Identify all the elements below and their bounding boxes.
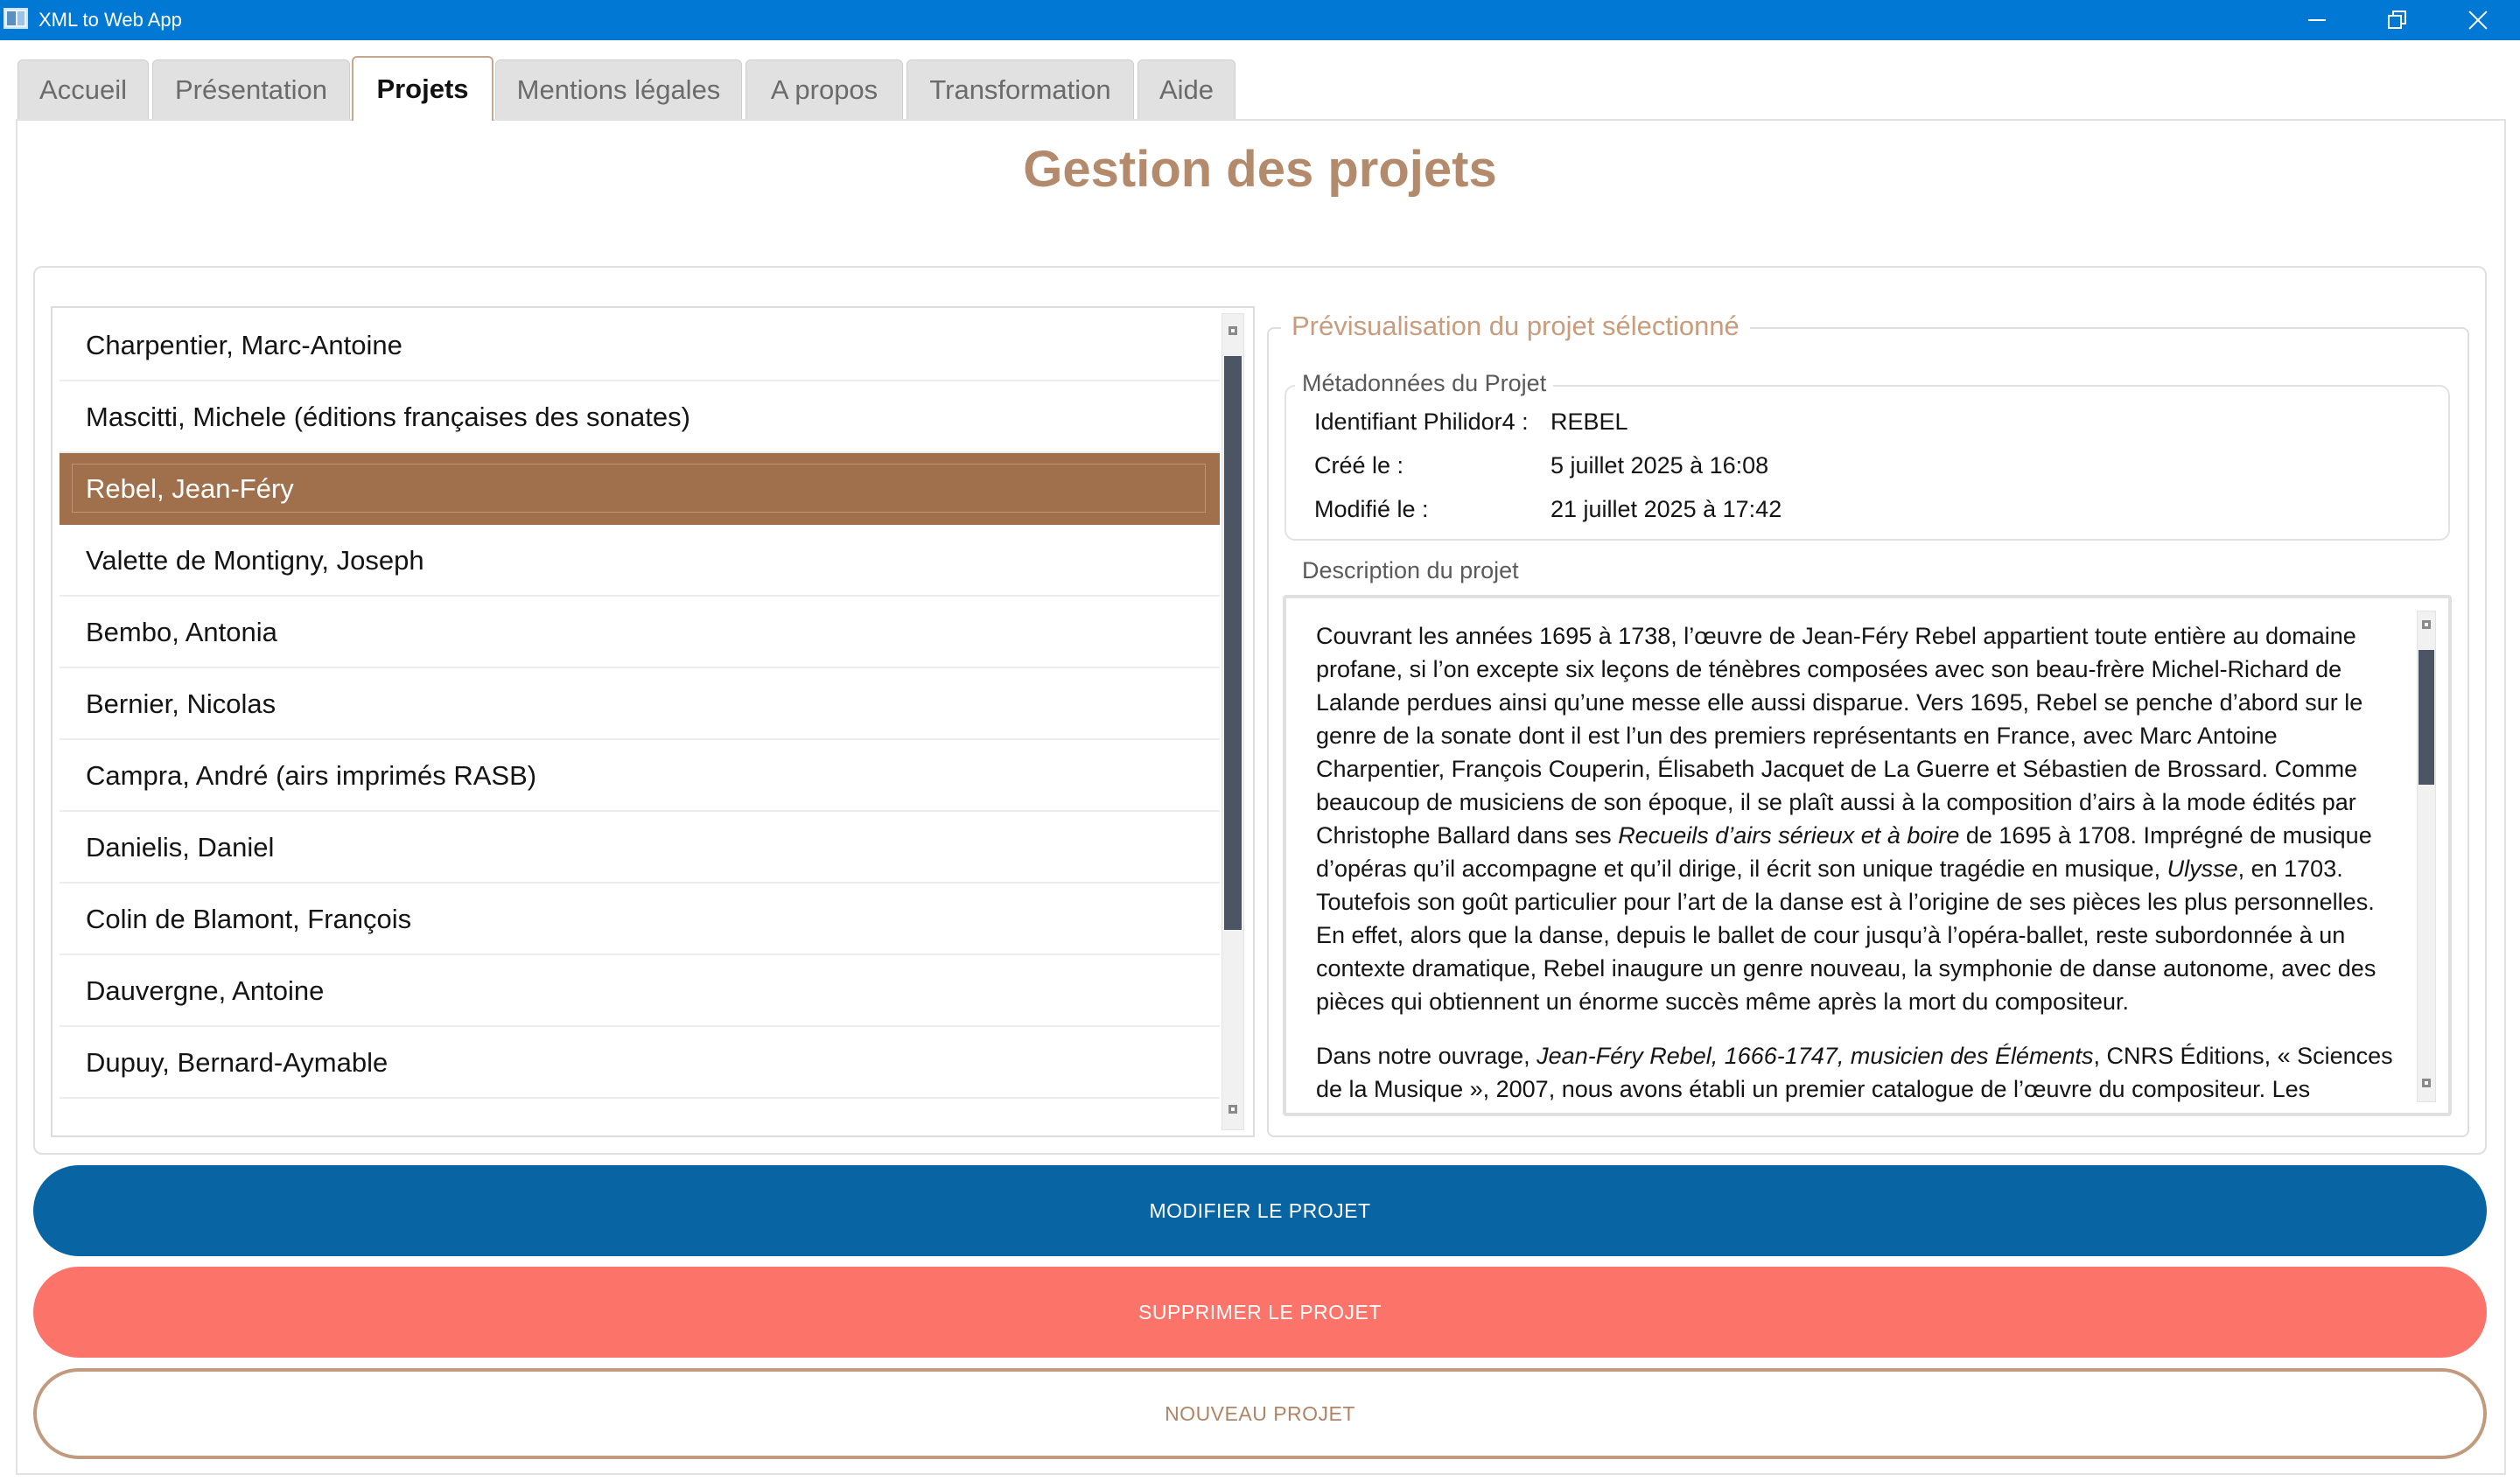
description-paragraph: Couvrant les années 1695 à 1738, l’œuvre… <box>1316 623 2376 1015</box>
tab-transformation[interactable]: Transformation <box>906 59 1134 119</box>
tab-accueil[interactable]: Accueil <box>18 59 149 119</box>
app-window-icon <box>4 8 28 29</box>
list-item[interactable]: Valette de Montigny, Joseph <box>60 525 1220 597</box>
tab-a-propos[interactable]: A propos <box>746 59 903 119</box>
list-item[interactable]: Charpentier, Marc-Antoine <box>60 310 1220 381</box>
tab-aide[interactable]: Aide <box>1138 59 1236 119</box>
identifier-value: REBEL <box>1550 409 1628 435</box>
scroll-down-icon[interactable] <box>2422 1079 2431 1087</box>
description-text: Couvrant les années 1695 à 1738, l’œuvre… <box>1316 619 2401 1111</box>
project-list-scrollbar[interactable] <box>1222 313 1244 1130</box>
scrollbar-thumb[interactable] <box>1224 356 1242 930</box>
window-title: XML to Web App <box>38 9 182 31</box>
created-label: Créé le : <box>1314 452 1404 479</box>
modified-label: Modifié le : <box>1314 496 1429 522</box>
modify-project-button[interactable]: MODIFIER LE PROJET <box>33 1165 2487 1256</box>
tab-mentions-legales[interactable]: Mentions légales <box>495 59 742 119</box>
tab-presentation[interactable]: Présentation <box>152 59 350 119</box>
description-paragraph: Dans notre ouvrage, Jean-Féry Rebel, 166… <box>1316 1043 2393 1102</box>
close-icon[interactable] <box>2436 0 2516 40</box>
restore-icon[interactable] <box>2356 0 2436 40</box>
list-item[interactable]: Bernier, Nicolas <box>60 668 1220 740</box>
list-item[interactable]: Bembo, Antonia <box>60 597 1220 668</box>
project-list[interactable]: Charpentier, Marc-Antoine Mascitti, Mich… <box>51 306 1255 1137</box>
scroll-down-icon[interactable] <box>1228 1105 1237 1114</box>
tab-projets[interactable]: Projets <box>352 56 494 121</box>
window-titlebar: XML to Web App <box>0 0 2520 40</box>
page-title: Gestion des projets <box>1023 141 1497 198</box>
list-item[interactable]: Campra, André (airs imprimés RASB) <box>60 740 1220 812</box>
scrollbar-thumb[interactable] <box>2418 650 2434 785</box>
created-value: 5 juillet 2025 à 16:08 <box>1550 452 1769 479</box>
scroll-up-icon[interactable] <box>1228 326 1237 335</box>
minimize-icon[interactable] <box>2275 0 2356 40</box>
list-item[interactable]: Danielis, Daniel <box>60 812 1220 884</box>
description-scrollbar[interactable] <box>2417 611 2436 1102</box>
scroll-up-icon[interactable] <box>2422 620 2431 629</box>
list-item-selected[interactable]: Rebel, Jean-Féry <box>60 453 1220 525</box>
new-project-button[interactable]: NOUVEAU PROJET <box>33 1368 2487 1459</box>
list-item[interactable]: Dauvergne, Antoine <box>60 955 1220 1027</box>
list-item[interactable]: Colin de Blamont, François <box>60 884 1220 955</box>
list-item[interactable]: Mascitti, Michele (éditions françaises d… <box>60 381 1220 453</box>
list-item[interactable]: Dupuy, Bernard-Aymable <box>60 1027 1220 1099</box>
metadata-legend: Métadonnées du Projet <box>1295 366 1554 401</box>
modified-value: 21 juillet 2025 à 17:42 <box>1550 496 1782 522</box>
delete-project-button[interactable]: SUPPRIMER LE PROJET <box>33 1267 2487 1358</box>
description-label: Description du projet <box>1302 557 1519 583</box>
description-textbox[interactable]: Couvrant les années 1695 à 1738, l’œuvre… <box>1283 595 2452 1116</box>
identifier-label: Identifiant Philidor4 : <box>1314 409 1529 435</box>
focus-rectangle <box>72 464 1206 513</box>
preview-legend: Prévisualisation du projet sélectionné <box>1281 306 1750 346</box>
